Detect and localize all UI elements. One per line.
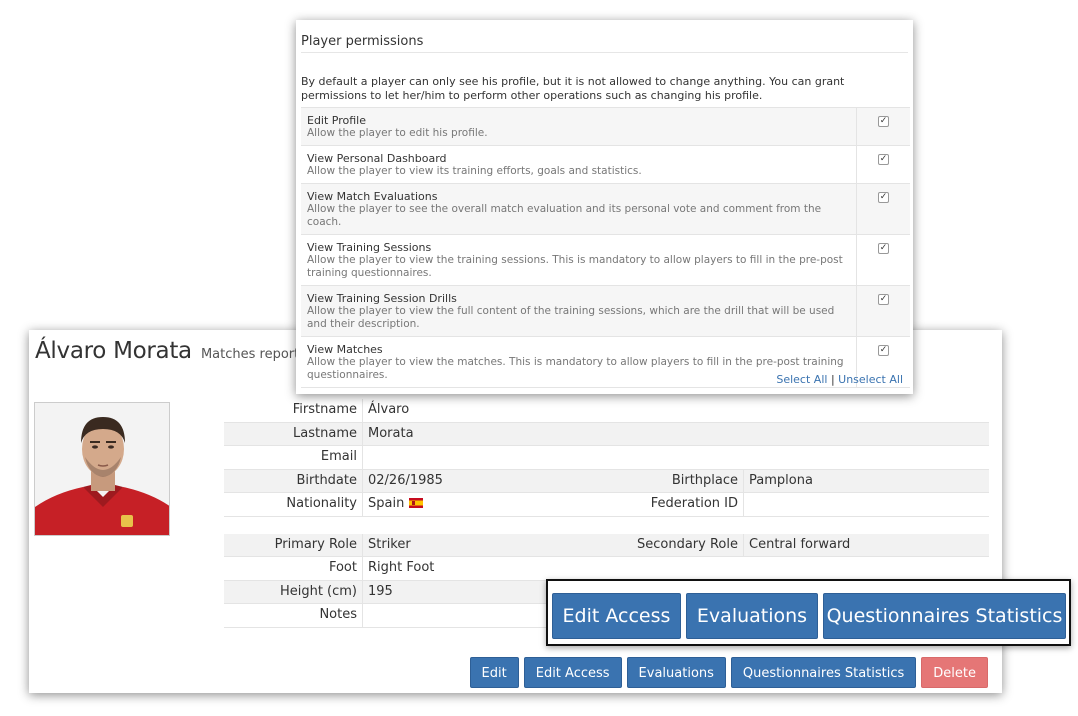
delete-button[interactable]: Delete xyxy=(921,657,988,688)
foot-value: Right Foot xyxy=(368,560,435,575)
action-bar: Edit Edit Access Evaluations Questionnai… xyxy=(469,657,988,688)
permission-title: View Training Session Drills xyxy=(307,292,457,305)
evaluations-button[interactable]: Evaluations xyxy=(626,657,726,688)
unselect-all-link[interactable]: Unselect All xyxy=(838,373,903,386)
profile-row-nationality: Nationality Spain Federation ID xyxy=(224,493,989,517)
secondary-role-label: Secondary Role xyxy=(599,533,744,556)
questionnaires-statistics-button-large[interactable]: Questionnaires Statistics xyxy=(823,593,1066,639)
profile-row-roles: Primary Role Striker Secondary Role Cent… xyxy=(224,533,989,557)
permission-row-edit-profile: Edit Profile Allow the player to edit hi… xyxy=(301,108,910,146)
email-value xyxy=(363,446,989,469)
permission-title: Edit Profile xyxy=(307,114,367,127)
evaluations-button-large[interactable]: Evaluations xyxy=(686,593,818,639)
view-matches-checkbox[interactable]: ✓ xyxy=(878,345,889,356)
select-all-link[interactable]: Select All xyxy=(776,373,827,386)
player-photo-image xyxy=(35,403,169,535)
profile-row-birth: Birthdate 02/26/1985 Birthplace Pamplona xyxy=(224,469,989,493)
permission-row-view-match-evaluations: View Match Evaluations Allow the player … xyxy=(301,184,910,235)
permissions-footer: Select All | Unselect All xyxy=(776,373,903,386)
birthplace-value: Pamplona xyxy=(749,472,813,488)
notes-label: Notes xyxy=(224,604,363,627)
firstname-label: Firstname xyxy=(224,399,363,422)
birthdate-label: Birthdate xyxy=(224,469,363,492)
permission-title: View Match Evaluations xyxy=(307,190,438,203)
link-separator: | xyxy=(830,373,835,386)
view-training-sessions-checkbox[interactable]: ✓ xyxy=(878,243,889,254)
profile-row-lastname: Lastname Morata xyxy=(224,422,989,446)
height-label: Height (cm) xyxy=(224,580,363,603)
questionnaires-statistics-button[interactable]: Questionnaires Statistics xyxy=(730,657,917,688)
lastname-value: Morata xyxy=(368,425,414,441)
permission-row-view-personal-dashboard: View Personal Dashboard Allow the player… xyxy=(301,146,910,184)
divider xyxy=(301,52,908,53)
permissions-list: Edit Profile Allow the player to edit hi… xyxy=(301,107,910,388)
profile-spacer xyxy=(224,517,989,534)
edit-access-button-large[interactable]: Edit Access xyxy=(552,593,681,639)
permissions-panel: Player permissions By default a player c… xyxy=(296,20,913,394)
view-personal-dashboard-checkbox[interactable]: ✓ xyxy=(878,154,889,165)
spain-flag-icon xyxy=(409,498,424,508)
permission-desc: Allow the player to view the matches. Th… xyxy=(307,356,844,381)
edit-button[interactable]: Edit xyxy=(469,657,519,688)
permissions-intro: By default a player can only see his pro… xyxy=(301,75,845,102)
profile-row-firstname: Firstname Álvaro xyxy=(224,399,989,423)
birthdate-value: 02/26/1985 xyxy=(368,472,443,488)
permission-title: View Training Sessions xyxy=(307,241,432,254)
secondary-role-value: Central forward xyxy=(749,536,851,552)
player-photo xyxy=(34,402,170,536)
firstname-value: Álvaro xyxy=(368,402,410,417)
player-name: Álvaro Morata xyxy=(35,338,192,364)
birthplace-label: Birthplace xyxy=(599,469,744,492)
permission-desc: Allow the player to view the training se… xyxy=(307,254,843,279)
view-training-session-drills-checkbox[interactable]: ✓ xyxy=(878,294,889,305)
permission-desc: Allow the player to view the full conten… xyxy=(307,305,835,330)
nationality-label: Nationality xyxy=(224,493,363,516)
primary-role-value: Striker xyxy=(368,536,411,552)
permission-desc: Allow the player to see the overall matc… xyxy=(307,203,822,228)
nationality-value: Spain xyxy=(368,496,405,511)
permission-desc: Allow the player to edit his profile. xyxy=(307,127,488,139)
permission-desc: Allow the player to view its training ef… xyxy=(307,165,642,177)
primary-role-label: Primary Role xyxy=(224,533,363,556)
email-label: Email xyxy=(224,446,363,469)
permissions-title: Player permissions xyxy=(301,34,424,49)
edit-access-button[interactable]: Edit Access xyxy=(523,657,622,688)
nationality-value-cell: Spain xyxy=(363,493,599,516)
federation-id-value xyxy=(744,493,989,516)
profile-row-foot: Foot Right Foot xyxy=(224,557,989,581)
permission-title: View Personal Dashboard xyxy=(307,152,447,165)
federation-id-label: Federation ID xyxy=(599,493,744,516)
lastname-label: Lastname xyxy=(224,422,363,445)
foot-label: Foot xyxy=(224,557,363,580)
edit-profile-checkbox[interactable]: ✓ xyxy=(878,116,889,127)
view-match-evaluations-checkbox[interactable]: ✓ xyxy=(878,192,889,203)
permission-row-view-training-sessions: View Training Sessions Allow the player … xyxy=(301,235,910,286)
buttons-callout: Edit Access Evaluations Questionnaires S… xyxy=(546,579,1071,646)
permission-row-view-training-session-drills: View Training Session Drills Allow the p… xyxy=(301,286,910,337)
permission-title: View Matches xyxy=(307,343,383,356)
profile-row-email: Email xyxy=(224,446,989,470)
